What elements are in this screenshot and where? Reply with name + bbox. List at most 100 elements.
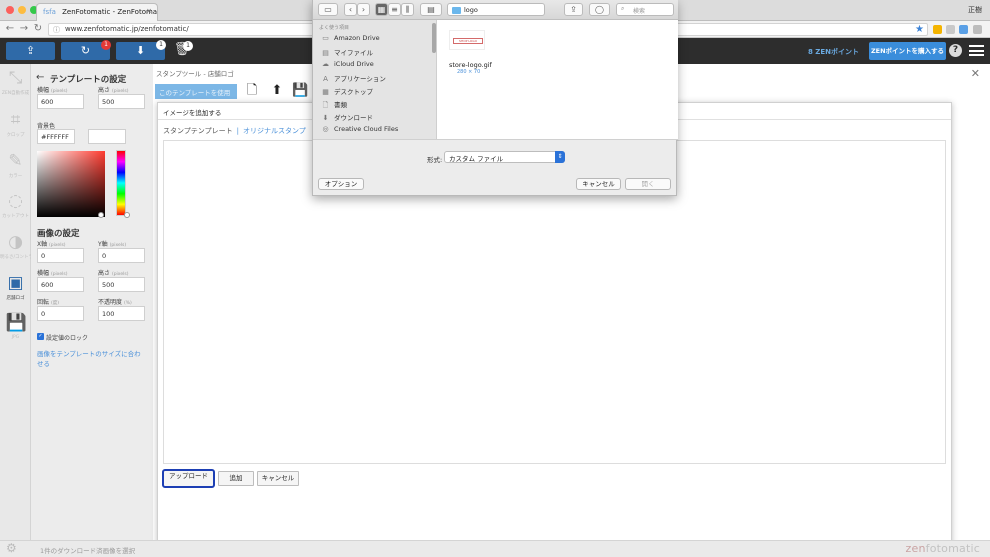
group-view-icon[interactable]: ▤ xyxy=(420,3,442,16)
height-label: 高さ (pixels) xyxy=(98,87,129,94)
bookmark-star-icon[interactable]: ★ xyxy=(915,24,924,35)
tool-label: カットアウト xyxy=(2,214,29,219)
list-view-icon[interactable]: ≡ xyxy=(388,3,401,16)
color-picker-field[interactable] xyxy=(37,151,105,217)
tag-icon[interactable]: ◯ xyxy=(589,3,610,16)
reload-icon[interactable]: ↻ xyxy=(32,23,44,35)
bg-color-swatch[interactable] xyxy=(88,129,126,144)
folder-location-select[interactable]: logo xyxy=(447,3,545,16)
file-name[interactable]: store-logo.gif xyxy=(449,61,492,69)
site-info-icon[interactable]: ⓘ xyxy=(53,25,60,35)
save-icon[interactable]: 💾 xyxy=(292,83,308,99)
extension-icon[interactable] xyxy=(959,25,968,34)
image-width-input[interactable]: 600 xyxy=(37,277,84,292)
upload-icon[interactable]: ⬆ xyxy=(269,83,285,99)
hamburger-menu-icon[interactable] xyxy=(969,45,984,56)
refresh-icon: ↻ xyxy=(80,44,91,57)
download-badge: 1 xyxy=(156,40,166,50)
upload-button[interactable]: ⇪ xyxy=(6,42,55,60)
extension-icon[interactable] xyxy=(973,25,982,34)
image-height-input[interactable]: 500 xyxy=(98,277,145,292)
forward-icon[interactable]: → xyxy=(18,23,30,35)
extension-icon[interactable] xyxy=(933,25,942,34)
download-button[interactable]: ⬇ 1 xyxy=(116,40,166,60)
template-width-input[interactable]: 600 xyxy=(37,94,84,109)
share-icon[interactable]: ⇪ xyxy=(564,3,583,16)
apps-icon: A xyxy=(323,75,328,83)
browser-tab[interactable]: fsfa ZenFotomatic - ZenFotoma × xyxy=(36,3,158,21)
y-position-input[interactable]: 0 xyxy=(98,248,145,263)
buy-points-button[interactable]: ZENポイントを購入する xyxy=(869,42,946,60)
sidebar-toggle-icon[interactable]: ▭ xyxy=(318,3,338,16)
tool-label: 明るさ/コントラスト xyxy=(0,255,42,260)
use-template-button[interactable]: このテンプレートを使用 xyxy=(155,84,237,99)
sidebar-item-applications[interactable]: A アプリケーション xyxy=(321,73,386,86)
back-arrow-icon[interactable]: ← xyxy=(36,72,44,83)
edit-queue-button[interactable]: ↻ 1 xyxy=(61,40,111,60)
sidebar-item-desktop[interactable]: ▦ デスクトップ xyxy=(321,86,373,99)
app-window: fsfa ZenFotomatic - ZenFotoma × 正樹 ← → ↻… xyxy=(0,0,990,557)
chevron-updown-icon: ⇕ xyxy=(555,151,565,163)
x-position-input[interactable]: 0 xyxy=(37,248,84,263)
help-icon[interactable]: ? xyxy=(949,44,962,57)
options-button[interactable]: オプション xyxy=(318,178,364,190)
file-search-input[interactable]: ⌕ 検索 xyxy=(616,3,674,16)
forward-icon[interactable]: › xyxy=(357,3,370,16)
profile-name[interactable]: 正樹 xyxy=(968,5,982,15)
back-icon[interactable]: ← xyxy=(4,23,16,35)
open-button[interactable]: 開く xyxy=(625,178,671,190)
trash-button[interactable]: 🗑 1 xyxy=(172,41,193,60)
sidebar-item-icloud-drive[interactable]: ☁ iCloud Drive xyxy=(321,60,374,73)
tool-save[interactable]: 💾 JPG xyxy=(0,313,31,353)
upload-button[interactable]: アップロード xyxy=(162,469,215,488)
sidebar-item-my-files[interactable]: ▤ マイファイル xyxy=(321,47,373,60)
tab-stamp-template[interactable]: スタンプテンプレート xyxy=(163,127,233,135)
fit-to-template-link[interactable]: 画像をテンプレートのサイズに合わせる xyxy=(37,349,147,369)
close-tab-icon[interactable]: × xyxy=(146,7,152,15)
sheet-cancel-button[interactable]: キャンセル xyxy=(576,178,621,190)
tool-crop[interactable]: ⌗ クロップ xyxy=(0,110,31,150)
tool-logo[interactable]: ▣ 店舗ロゴ xyxy=(0,273,31,313)
close-window-icon[interactable] xyxy=(6,6,14,14)
new-document-icon[interactable]: 🗋 xyxy=(244,83,260,99)
width-label: 横幅 (pixels) xyxy=(37,87,68,94)
cancel-button[interactable]: キャンセル xyxy=(257,471,299,486)
bg-color-input[interactable]: #FFFFFF xyxy=(37,129,75,144)
lock-checkbox[interactable]: ✓ xyxy=(37,333,44,340)
hue-slider[interactable] xyxy=(116,150,126,216)
file-thumbnail[interactable]: SHOP LOGO xyxy=(449,30,485,50)
contrast-icon: ◑ xyxy=(8,232,23,252)
opacity-input[interactable]: 100 xyxy=(98,306,145,321)
url-text: www.zenfotomatic.jp/zenfotomatic/ xyxy=(65,25,189,33)
minimize-window-icon[interactable] xyxy=(18,6,26,14)
file-sheet-toolbar: ▭ ‹ › ▦ ≡ ⫼ ▤ logo ⇪ ◯ ⌕ 検索 xyxy=(313,0,678,20)
tab-separator: | xyxy=(236,127,239,135)
color-picker-handle[interactable] xyxy=(98,212,104,218)
extension-icon[interactable] xyxy=(946,25,955,34)
breadcrumb: スタンプツール - 店舗ロゴ xyxy=(156,70,234,78)
back-icon[interactable]: ‹ xyxy=(344,3,357,16)
hue-slider-handle[interactable] xyxy=(124,212,130,218)
rotate-input[interactable]: 0 xyxy=(37,306,84,321)
sidebar-item-creative-cloud[interactable]: ◎ Creative Cloud Files xyxy=(321,125,398,138)
close-icon[interactable]: ✕ xyxy=(971,67,980,80)
tool-template[interactable]: ⤡ ZEN自動作成 xyxy=(0,68,31,108)
image-settings-title: 画像の設定 xyxy=(37,229,80,239)
sidebar-scrollbar[interactable] xyxy=(432,23,436,53)
add-button[interactable]: 追加 xyxy=(218,471,254,486)
format-select[interactable]: カスタム ファイル ⇕ xyxy=(444,151,565,163)
sidebar-item-documents[interactable]: 🗋 書類 xyxy=(321,99,347,112)
tool-color[interactable]: ✎ カラー xyxy=(0,151,31,191)
tool-label: JPG xyxy=(11,335,20,340)
settings-gear-icon[interactable]: ⚙ xyxy=(6,541,17,555)
tool-contrast[interactable]: ◑ 明るさ/コントラスト xyxy=(0,232,42,272)
queue-badge: 1 xyxy=(101,40,111,50)
column-view-icon[interactable]: ⫼ xyxy=(401,3,414,16)
sidebar-item-amazon-drive[interactable]: ▭ Amazon Drive xyxy=(321,34,379,47)
icon-view-icon[interactable]: ▦ xyxy=(375,3,388,16)
sidebar-item-downloads[interactable]: ⬇ ダウンロード xyxy=(321,112,373,125)
template-height-input[interactable]: 500 xyxy=(98,94,145,109)
file-browser-pane: SHOP LOGO store-logo.gif 280 × 70 xyxy=(437,20,678,139)
tab-original-stamp[interactable]: オリジナルスタンプ xyxy=(243,127,306,135)
tool-cutout[interactable]: ◌ カットアウト xyxy=(0,191,31,231)
